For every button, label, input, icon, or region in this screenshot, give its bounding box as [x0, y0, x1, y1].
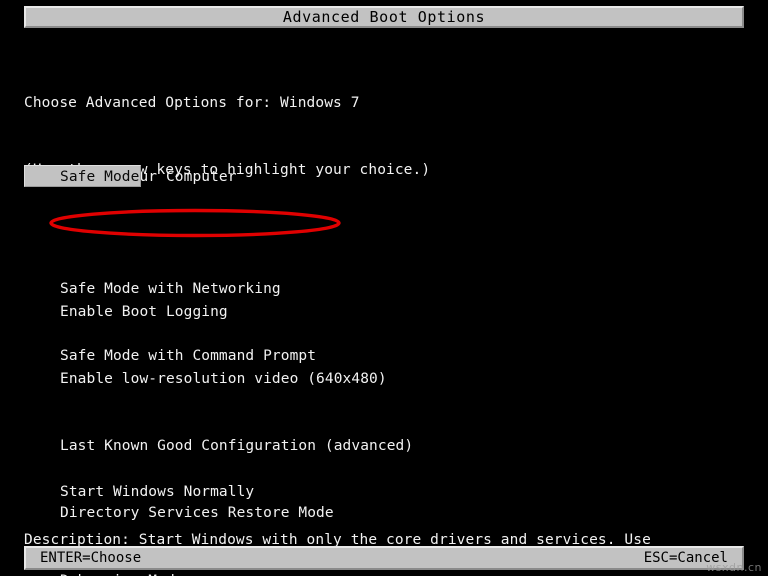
window-title: Advanced Boot Options: [282, 7, 486, 26]
header-line-1: Choose Advanced Options for: Windows 7: [24, 94, 360, 111]
status-bar: ENTER=Choose ESC=Cancel: [24, 546, 744, 570]
menu-item-safe-mode[interactable]: Safe Mode: [60, 166, 139, 188]
menu-item-enable-boot-logging[interactable]: Enable Boot Logging: [60, 301, 440, 323]
advanced-boot-options-screen: Advanced Boot Options Choose Advanced Op…: [0, 0, 768, 576]
menu-item-enable-low-resolution-video[interactable]: Enable low-resolution video (640x480): [60, 368, 440, 390]
menu-item-safe-mode-spacer: [60, 211, 316, 233]
watermark: wsxdn.cn: [706, 561, 762, 574]
title-bar: Advanced Boot Options: [24, 6, 744, 28]
status-enter-choose[interactable]: ENTER=Choose: [40, 551, 141, 565]
